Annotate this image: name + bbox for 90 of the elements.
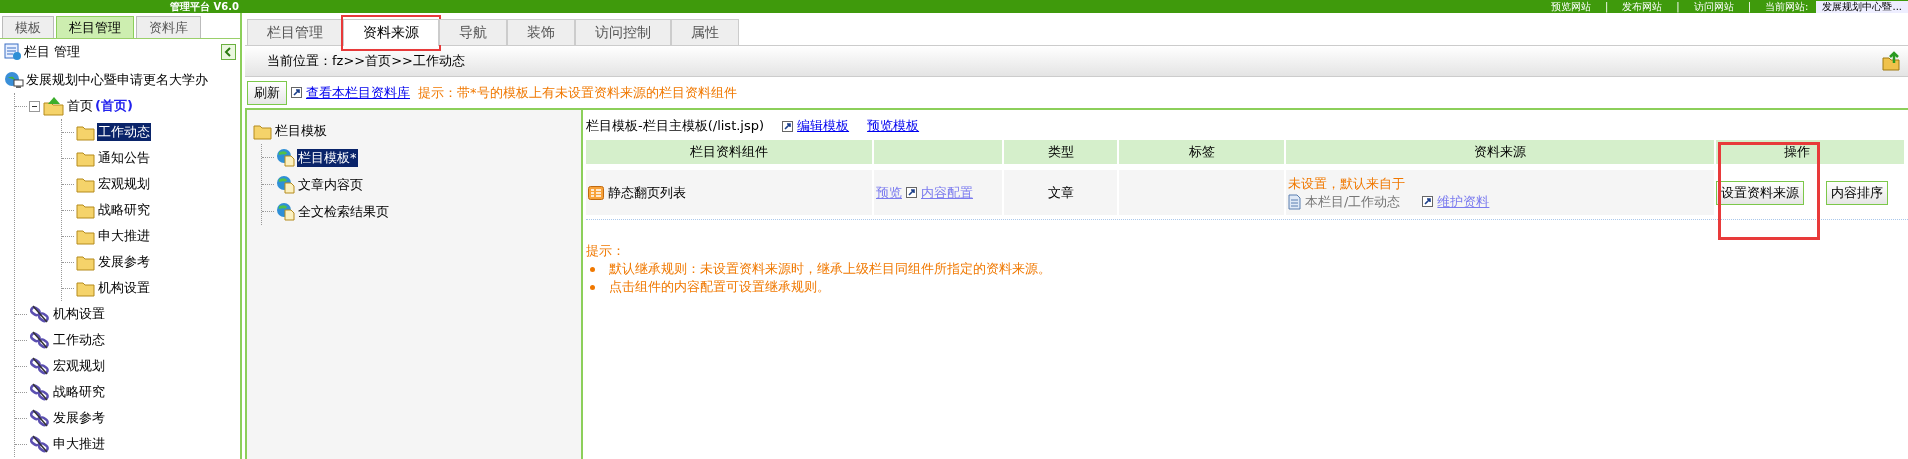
- shortcut-icon: [291, 87, 302, 98]
- tree-item[interactable]: 全文检索结果页: [297, 202, 390, 221]
- tree-item[interactable]: 发展参考: [52, 409, 106, 427]
- app-title: 管理平台 V6.0: [170, 0, 239, 13]
- tree-item[interactable]: 宏观规划: [52, 357, 106, 375]
- action-button[interactable]: 内容排序: [1826, 180, 1888, 205]
- library-link[interactable]: 查看本栏目资料库: [306, 83, 410, 102]
- column-header: 标签: [1119, 140, 1284, 164]
- top-link[interactable]: 预览网站: [1550, 0, 1591, 13]
- tab[interactable]: 导航: [439, 19, 507, 45]
- tree-item[interactable]: 发展参考: [97, 253, 151, 271]
- tab[interactable]: 装饰: [507, 19, 575, 45]
- column-header: 资料来源: [1286, 140, 1714, 164]
- tab[interactable]: 访问控制: [575, 19, 671, 45]
- folder-icon: [76, 175, 96, 193]
- top-link[interactable]: 访问网站: [1693, 0, 1734, 13]
- shortcut-icon: [782, 120, 794, 132]
- document-icon: [1288, 193, 1301, 210]
- globe-computer-icon: [4, 71, 24, 89]
- tree-item[interactable]: 文章内容页: [297, 175, 364, 194]
- hint-text: 默认继承规则：未设置资料来源时，继承上级栏目同组件所指定的资料来源。: [609, 260, 1051, 278]
- globe-page-icon: [276, 202, 296, 221]
- tab[interactable]: 资料来源: [343, 19, 439, 46]
- action-button[interactable]: 设置资料来源: [1716, 180, 1804, 205]
- broken-chain-icon: [29, 382, 51, 402]
- folder-icon: [76, 123, 96, 141]
- current-site-label: 当前网站:: [1765, 0, 1809, 13]
- shortcut-icon: [906, 187, 917, 198]
- preview-template-link[interactable]: 预览模板: [867, 117, 920, 135]
- folder-icon: [76, 253, 96, 271]
- home-tag: (首页): [95, 97, 133, 115]
- separator-text: |: [1604, 0, 1609, 13]
- tab[interactable]: 栏目管理: [247, 19, 343, 45]
- table-cell: 文章: [1004, 170, 1117, 215]
- folder-icon: [76, 227, 96, 245]
- tree-item[interactable]: 通知公告: [97, 149, 151, 167]
- bullet-icon: [590, 266, 595, 272]
- collapse-toggle[interactable]: [29, 100, 40, 112]
- top-link[interactable]: 发布网站: [1622, 0, 1663, 13]
- panel-tab[interactable]: 模板: [2, 16, 54, 38]
- caret-icon: [224, 47, 233, 57]
- refresh-button[interactable]: 刷新: [247, 80, 287, 105]
- collapse-button[interactable]: [221, 44, 236, 60]
- broken-chain-icon: [29, 304, 51, 324]
- bullet-icon: [590, 284, 595, 290]
- tree-item[interactable]: 发展规划中心暨申请更名大学办: [25, 71, 209, 89]
- tree-item[interactable]: 机构设置: [52, 305, 106, 323]
- globe-page-icon: [276, 175, 296, 194]
- column-header: 类型: [1004, 140, 1117, 164]
- folder-icon: [76, 279, 96, 297]
- tree-item[interactable]: 工作动态: [97, 123, 151, 141]
- folder-up-icon[interactable]: [1882, 51, 1900, 71]
- tree-item[interactable]: 申大推进: [52, 435, 106, 453]
- separator-text: |: [1747, 0, 1752, 13]
- folder-icon: [76, 149, 96, 167]
- component-name: 静态翻页列表: [608, 183, 686, 202]
- hint-title: 提示：: [586, 242, 626, 260]
- tree-item[interactable]: 宏观规划: [97, 175, 151, 193]
- broken-chain-icon: [29, 330, 51, 350]
- tree-item[interactable]: 栏目模板*: [297, 148, 358, 167]
- column-header: 栏目资料组件: [586, 140, 872, 164]
- panel-title: 栏目 管理: [24, 43, 82, 61]
- broken-chain-icon: [29, 356, 51, 376]
- hint-text: 提示：带*号的模板上有未设置资料来源的栏目资料组件: [418, 83, 737, 102]
- source-status: 未设置，默认来自于: [1288, 174, 1406, 193]
- tree-item[interactable]: 首页: [66, 97, 94, 115]
- tree-item[interactable]: 战略研究: [97, 201, 151, 219]
- column-manage-icon: [4, 43, 22, 61]
- broken-chain-icon: [29, 434, 51, 454]
- source-path: 本栏目/工作动态: [1305, 192, 1401, 211]
- tree-item[interactable]: 机构设置: [97, 279, 151, 297]
- shortcut-icon: [1422, 196, 1434, 207]
- folder-icon: [76, 201, 96, 219]
- current-site-select[interactable]: 发展规划中心暨...: [1816, 0, 1908, 13]
- tree-item: 栏目模板: [274, 122, 328, 140]
- home-folder-icon: [43, 96, 65, 116]
- edit-template-link[interactable]: 编辑模板: [797, 117, 850, 135]
- tree-item[interactable]: 战略研究: [52, 383, 106, 401]
- panel-tab[interactable]: 栏目管理: [56, 16, 134, 38]
- tree-item[interactable]: 工作动态: [52, 331, 106, 349]
- folder-icon: [253, 122, 273, 140]
- globe-page-icon: [276, 148, 296, 167]
- breadcrumb: 当前位置：fz>>首页>>工作动态: [267, 52, 465, 70]
- template-title: 栏目模板-栏目主模板(/list.jsp): [586, 117, 765, 135]
- tab[interactable]: 属性: [671, 19, 739, 45]
- hint-text: 点击组件的内容配置可设置继承规则。: [609, 278, 830, 296]
- panel-tab[interactable]: 资料库: [136, 16, 201, 38]
- broken-chain-icon: [29, 408, 51, 428]
- tree-item[interactable]: 申大推进: [97, 227, 151, 245]
- separator-text: |: [1676, 0, 1680, 13]
